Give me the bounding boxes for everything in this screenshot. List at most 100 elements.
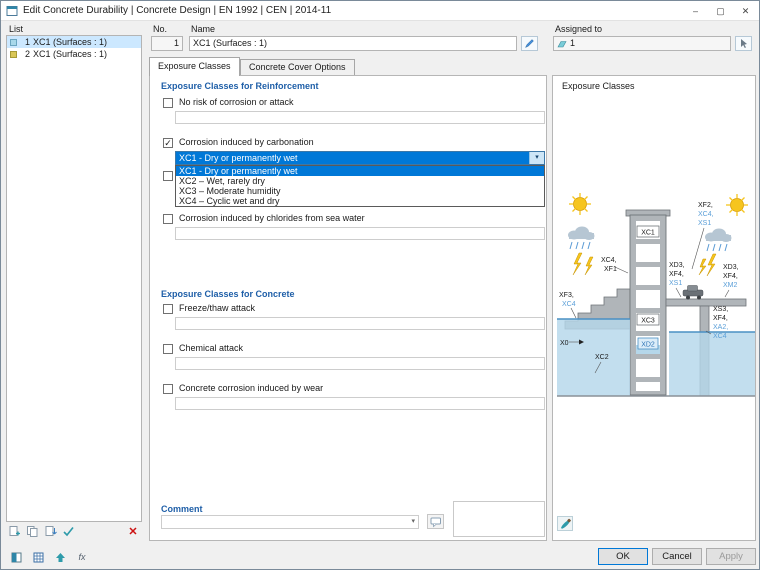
paintbrush-icon [561,518,571,529]
sun-icon [726,194,748,216]
diagram-label: XS1 [698,220,711,227]
dropdown-option[interactable]: XC4 – Cyclic wet and dry [176,196,544,206]
diagram-label: XC4 [562,301,576,308]
reinforcement-section-header: Exposure Classes for Reinforcement [161,81,319,91]
chevron-down-icon[interactable]: ▾ [411,517,415,525]
chemical-attack-checkbox[interactable] [163,344,173,354]
sea-water-label: Corrosion induced by chlorides from sea … [179,213,365,223]
comment-combo[interactable]: ▾ [161,515,419,529]
no-risk-combo [175,111,545,124]
list-item-no: 2 [24,49,30,59]
close-button[interactable]: ✕ [733,1,758,21]
surface-icon [557,41,567,48]
side-sub-panel [453,501,545,537]
select-check-button[interactable] [60,524,76,539]
formula-button[interactable]: fx [73,549,91,565]
diagram-label: XF3, [559,292,574,299]
carbonation-dropdown-list: XC1 - Dry or permanently wet XC2 – Wet, … [175,165,545,207]
chemical-attack-label: Chemical attack [179,343,244,353]
dropdown-option[interactable]: XC1 - Dry or permanently wet [176,166,544,176]
wear-combo [175,397,545,410]
no-label: No. [153,24,168,34]
diagram-label: XD3, [669,262,685,269]
exposure-picture-title: Exposure Classes [562,81,635,91]
diagram-label: XF1 [604,266,617,273]
new-entry-button[interactable] [6,524,22,539]
color-swatch [10,38,17,46]
copy-entry-button[interactable] [24,524,40,539]
chemical-attack-combo [175,357,545,370]
diagram-label: XF2, [698,202,713,209]
wear-checkbox[interactable] [163,384,173,394]
diagram-label: XS1 [669,280,682,287]
delete-entry-button[interactable]: ✕ [125,524,141,539]
apply-button: Apply [706,548,756,565]
assigned-value: 1 [570,38,576,48]
carbonation-checkbox[interactable]: ✓ [163,138,173,148]
cursor-icon [741,39,747,48]
diagram-label: XD2 [641,342,655,349]
pick-objects-button[interactable] [735,36,752,51]
rain-cloud-icon [568,226,595,250]
chevron-down-icon[interactable]: ▾ [529,152,544,164]
no-risk-checkbox[interactable] [163,98,173,108]
color-swatch [10,50,17,58]
wear-label: Concrete corrosion induced by wear [179,383,324,393]
maximize-button[interactable]: ▢ [708,1,733,21]
cancel-button[interactable]: Cancel [652,548,702,565]
units-settings-button[interactable] [29,549,47,565]
diagram-label: XC4, [698,211,714,218]
dropdown-option[interactable]: XC3 – Moderate humidity [176,186,544,196]
renumber-button[interactable] [42,524,58,539]
no-risk-label: No risk of corrosion or attack [179,97,294,107]
assigned-label: Assigned to [555,24,603,34]
diagram-label: XC4 [713,333,727,340]
list-item-no: 1 [24,37,30,47]
car-icon [682,285,704,300]
diagram-label: X0 [560,340,569,347]
name-label: Name [191,24,216,34]
diagram-label: XC4, [601,257,617,264]
arrow-up-button[interactable] [51,549,69,565]
dropdown-option[interactable]: XC2 – Wet, rarely dry [176,176,544,186]
sun-icon [569,193,591,215]
carbonation-combo-value: XC1 - Dry or permanently wet [176,152,529,164]
tab-concrete-cover-options[interactable]: Concrete Cover Options [240,59,355,75]
freeze-thaw-combo [175,317,545,330]
comment-notes-button[interactable] [427,514,444,529]
comment-label: Comment [161,504,203,514]
assigned-field: 1 [553,36,731,51]
list-item[interactable]: 2 XC1 (Surfaces : 1) [7,48,141,60]
tab-exposure-classes[interactable]: Exposure Classes [149,57,240,76]
titlebar: Edit Concrete Durability | Concrete Desi… [1,1,759,21]
exposure-classes-diagram: XF2, XC4, XS1 XC4, XF1 XD3, XF4, XS1 XD3… [557,193,755,397]
list-item-label: XC1 (Surfaces : 1) [33,37,108,47]
edit-concrete-durability-dialog: Edit Concrete Durability | Concrete Desi… [0,0,760,570]
diagram-label: XC3 [641,318,655,325]
window-title: Edit Concrete Durability | Concrete Desi… [23,5,332,16]
freeze-thaw-label: Freeze/thaw attack [179,303,256,313]
list-item[interactable]: 1 XC1 (Surfaces : 1) [7,36,141,48]
rename-button[interactable] [521,36,538,51]
speech-bubble-icon [430,517,441,527]
diagram-label: XF4, [713,315,728,322]
diagram-label: XM2 [723,282,738,289]
freeze-thaw-checkbox[interactable] [163,304,173,314]
display-properties-button[interactable] [557,516,573,531]
default-settings-button[interactable] [7,549,25,565]
concrete-section-header: Exposure Classes for Concrete [161,289,295,299]
ok-button[interactable]: OK [598,548,648,565]
diagram-label: XD3, [723,264,739,271]
carbonation-combo[interactable]: XC1 - Dry or permanently wet ▾ [175,151,545,165]
diagram-label: XF4, [669,271,684,278]
carbonation-label: Corrosion induced by carbonation [179,137,314,147]
chlorides-checkbox[interactable] [163,171,173,181]
name-field[interactable]: XC1 (Surfaces : 1) [189,36,517,51]
minimize-button[interactable]: – [683,1,708,21]
app-icon [6,6,18,16]
list-item-label: XC1 (Surfaces : 1) [33,49,108,59]
sea-water-combo [175,227,545,240]
diagram-label: XC2 [595,354,609,361]
sea-water-checkbox[interactable] [163,214,173,224]
diagram-label: XC1 [641,230,655,237]
